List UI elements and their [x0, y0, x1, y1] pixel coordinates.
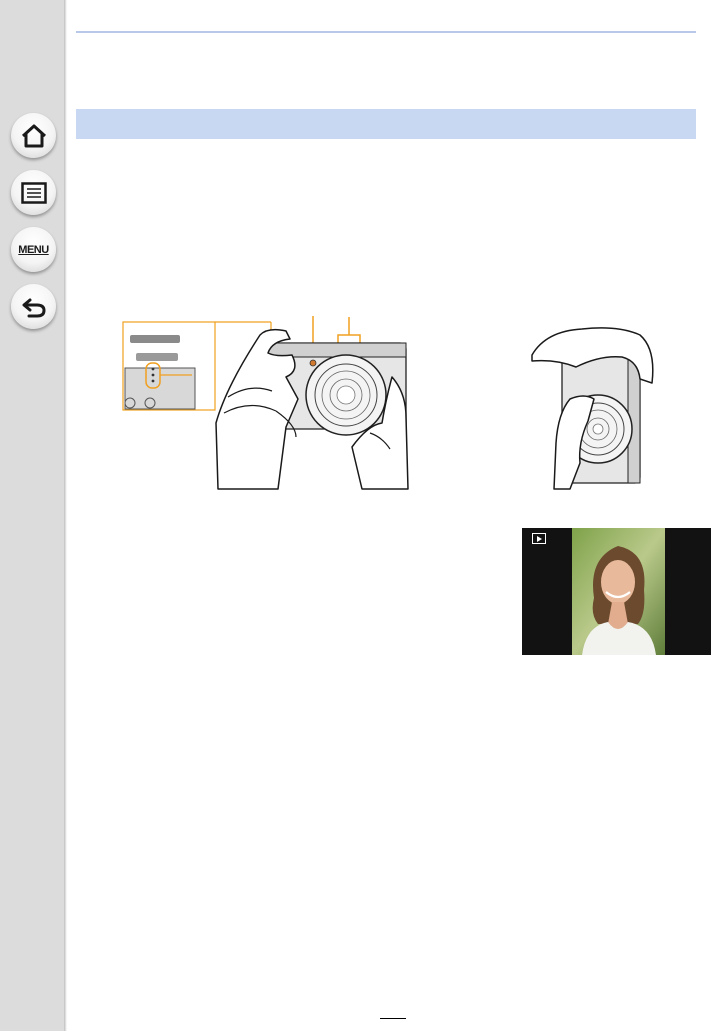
camera-hands-vertical-illustration — [531, 327, 654, 490]
menu-icon: MENU — [18, 243, 49, 256]
menu-button[interactable]: MENU — [11, 227, 56, 272]
section-heading-bar — [76, 109, 696, 139]
home-button[interactable] — [11, 113, 56, 158]
camera-hands-horizontal-illustration — [215, 328, 409, 490]
back-arrow-icon — [22, 298, 46, 317]
back-button[interactable] — [11, 284, 56, 329]
contents-button[interactable] — [11, 170, 56, 215]
playback-icon — [532, 533, 546, 544]
page-number-rule — [380, 1018, 406, 1020]
camera-holding-figure — [122, 316, 654, 490]
list-icon — [20, 181, 47, 204]
header-rule — [76, 31, 696, 33]
playback-screen-image — [522, 528, 711, 655]
home-icon — [21, 124, 46, 147]
playback-portrait-icon — [572, 528, 665, 655]
sidebar-edge — [64, 0, 67, 1031]
